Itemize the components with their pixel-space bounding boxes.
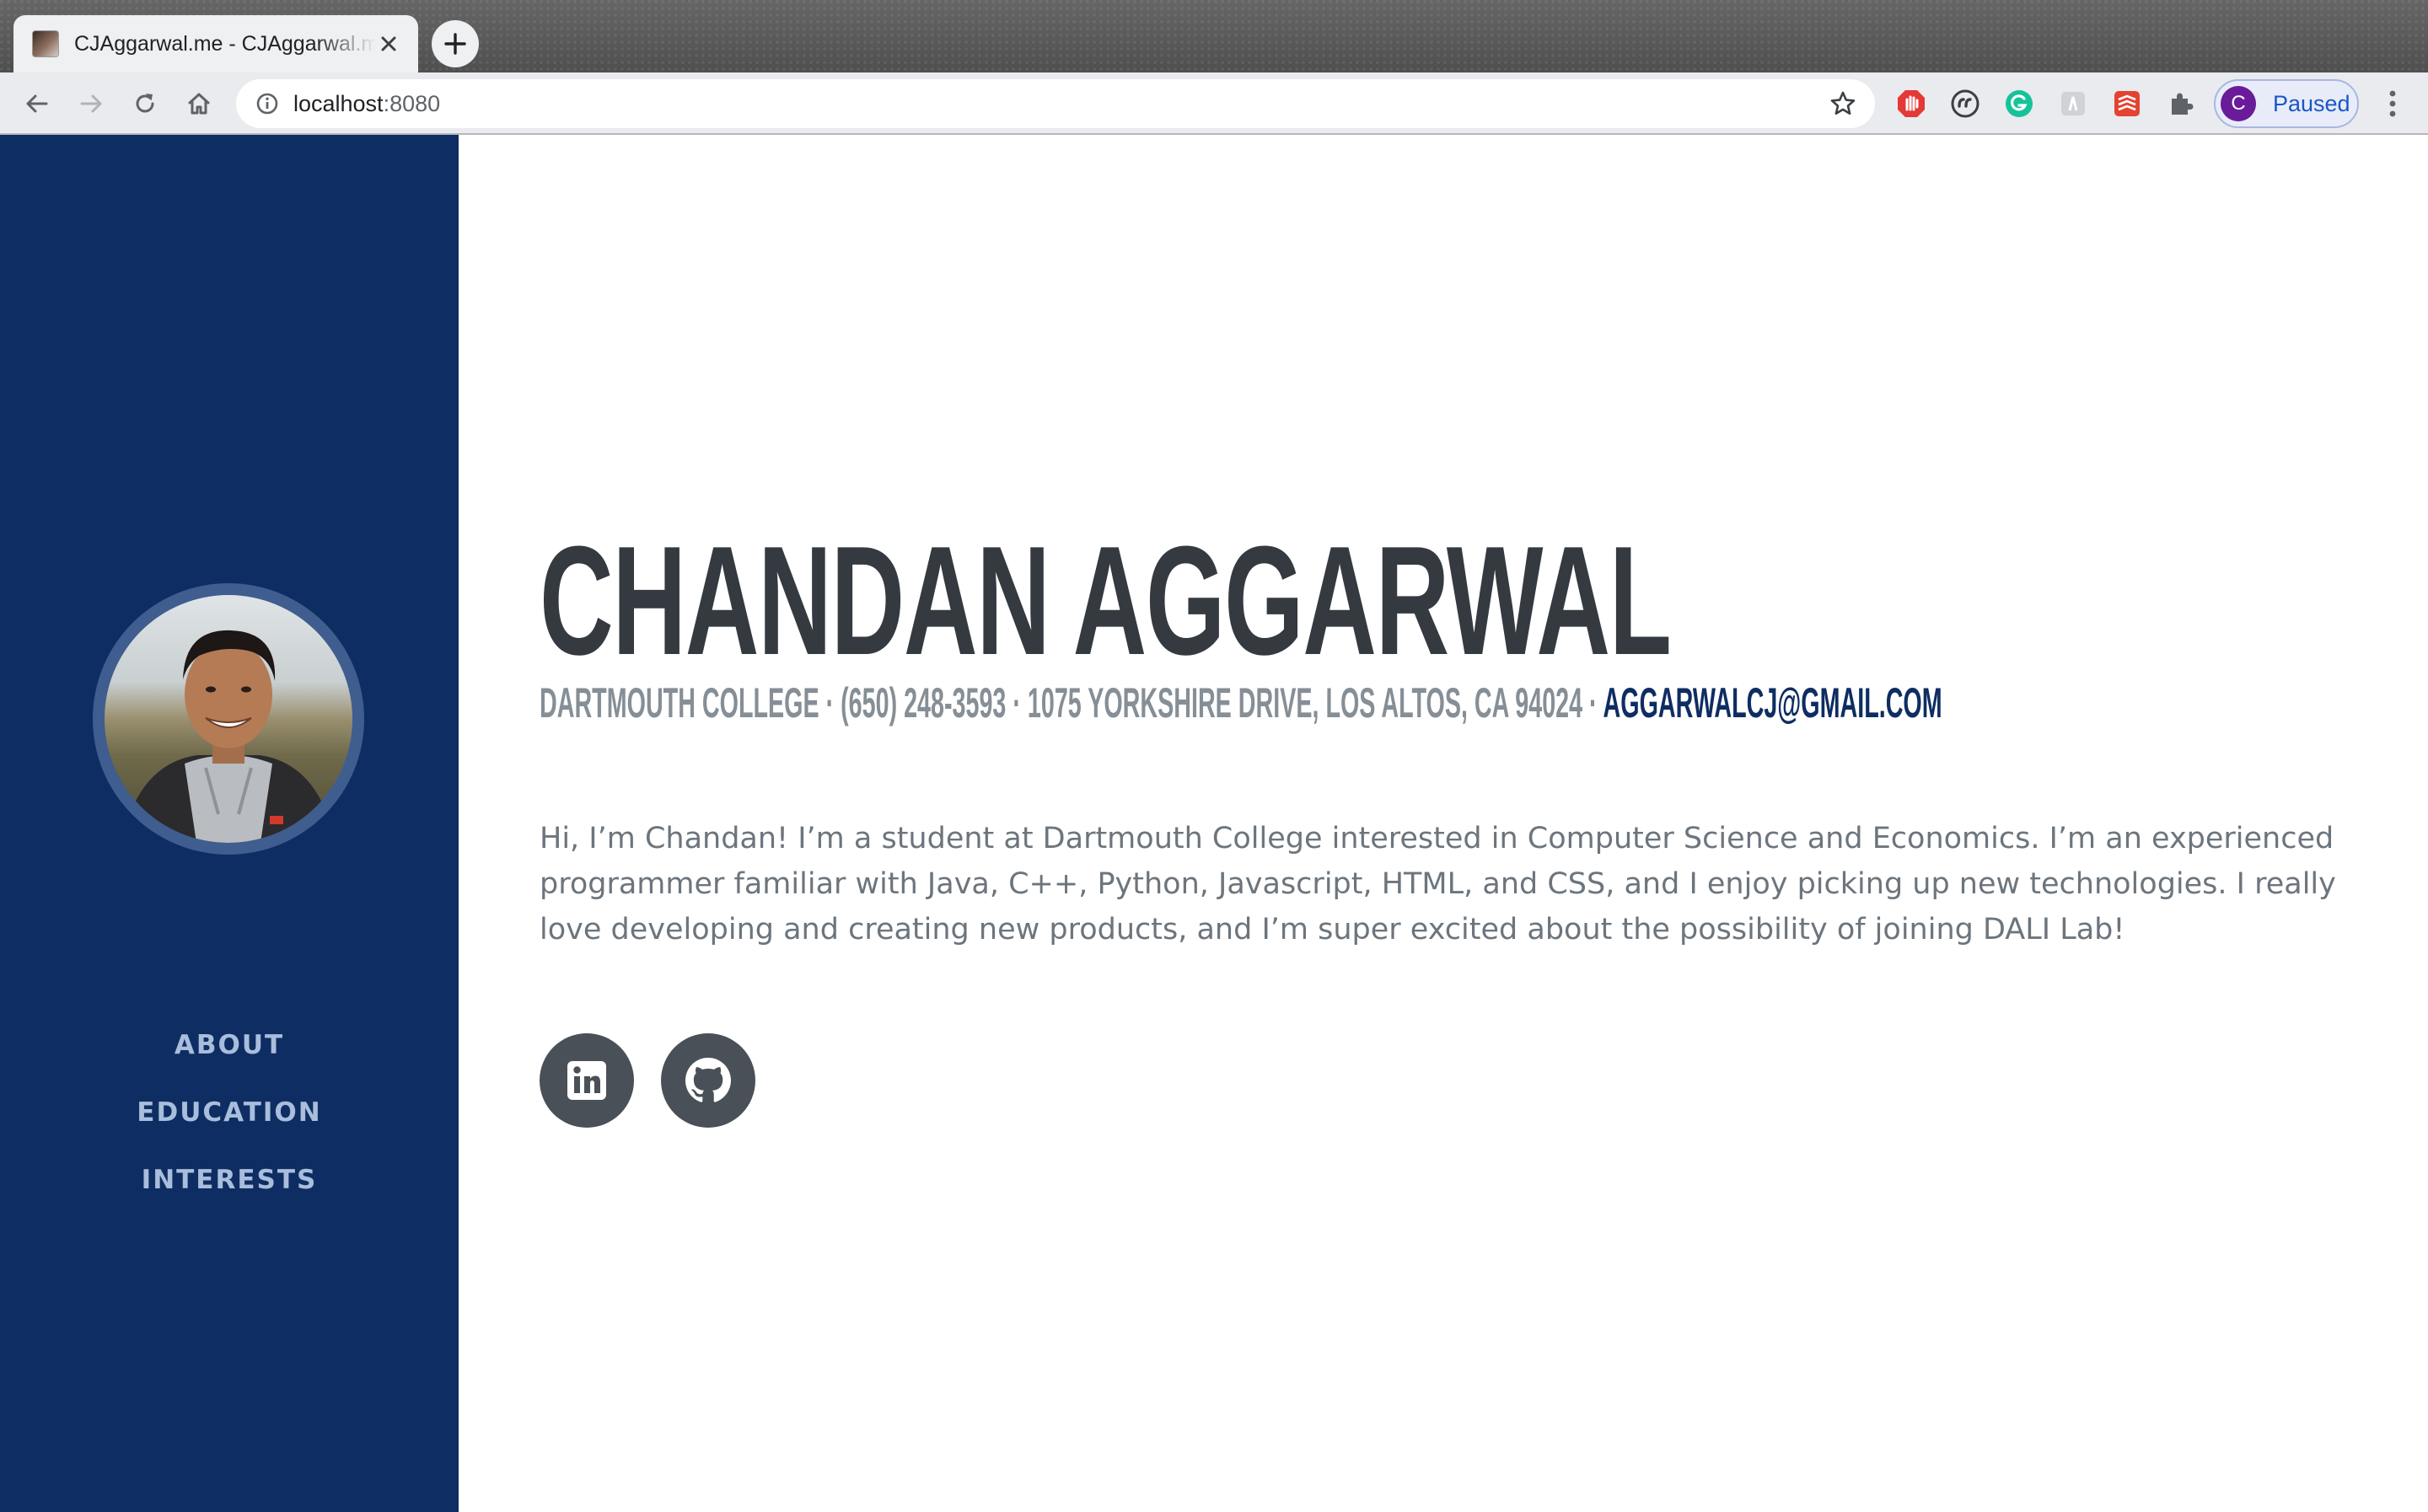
- profile-status: Paused: [2273, 90, 2350, 116]
- github-icon: [685, 1058, 731, 1102]
- arrow-right-icon: [80, 94, 102, 113]
- main-content: CHANDAN AGGARWAL DARTMOUTH COLLEGE · (65…: [459, 135, 2428, 1512]
- tab-favicon: [32, 30, 59, 57]
- close-icon[interactable]: [376, 31, 401, 56]
- profile-button[interactable]: C Paused: [2214, 79, 2359, 128]
- nav-about[interactable]: ABOUT: [0, 1011, 459, 1079]
- arrow-left-icon: [26, 94, 48, 113]
- url-text[interactable]: localhost:8080: [293, 91, 440, 117]
- page-title: CHANDAN AGGARWAL: [540, 513, 1672, 687]
- extension-icon[interactable]: [2057, 88, 2089, 120]
- reload-icon: [136, 94, 154, 113]
- puzzle-icon[interactable]: [2165, 88, 2197, 120]
- sidebar-nav: ABOUT EDUCATION INTERESTS: [0, 1011, 459, 1214]
- todoist-extension-icon[interactable]: [2111, 88, 2143, 120]
- home-button[interactable]: [179, 83, 219, 124]
- info-icon[interactable]: [253, 89, 282, 118]
- grammarly-extension-icon[interactable]: [2003, 88, 2035, 120]
- tab-title: CJAggarwal.me - CJAggarwal.me: [74, 31, 376, 56]
- home-icon: [188, 93, 210, 115]
- linkedin-button[interactable]: [540, 1033, 634, 1128]
- contact-line: DARTMOUTH COLLEGE · (650) 248-3593 · 107…: [540, 678, 1942, 728]
- new-tab-button[interactable]: [432, 20, 479, 67]
- quote-extension-icon[interactable]: [1949, 88, 1981, 120]
- browser-toolbar: localhost:8080 C Paused: [0, 72, 2428, 135]
- address-bar[interactable]: localhost:8080: [236, 79, 1875, 128]
- nav-interests[interactable]: INTERESTS: [0, 1146, 459, 1214]
- email-link[interactable]: AGGARWALCJ@GMAIL.COM: [1603, 679, 1942, 727]
- browser-tab[interactable]: CJAggarwal.me - CJAggarwal.me: [13, 15, 418, 72]
- plus-icon: [444, 33, 466, 55]
- more-menu-icon[interactable]: [2376, 84, 2409, 123]
- tab-strip: CJAggarwal.me - CJAggarwal.me: [0, 0, 2428, 72]
- star-icon[interactable]: [1828, 88, 1858, 119]
- contact-info: DARTMOUTH COLLEGE · (650) 248-3593 · 107…: [540, 679, 1603, 727]
- profile-photo: [93, 583, 364, 855]
- forward-button[interactable]: [71, 83, 111, 124]
- back-button[interactable]: [17, 83, 57, 124]
- linkedin-icon: [567, 1061, 606, 1100]
- avatar: C: [2221, 86, 2256, 121]
- github-button[interactable]: [661, 1033, 755, 1128]
- nav-education[interactable]: EDUCATION: [0, 1079, 459, 1146]
- sidebar: ABOUT EDUCATION INTERESTS: [0, 135, 459, 1512]
- profile-photo-image: [105, 595, 352, 843]
- bio-text: Hi, I’m Chandan! I’m a student at Dartmo…: [540, 822, 2336, 946]
- reload-button[interactable]: [125, 83, 165, 124]
- adblock-extension-icon[interactable]: [1895, 88, 1927, 120]
